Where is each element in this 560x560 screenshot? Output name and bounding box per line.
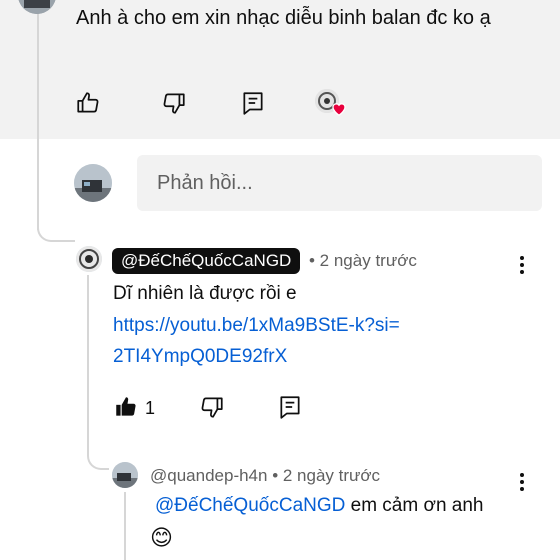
more-options-icon[interactable] <box>512 470 532 494</box>
creator-heart-icon <box>315 89 347 119</box>
thread-line <box>37 0 39 230</box>
like-count: 1 <box>145 398 156 418</box>
heart-icon <box>332 103 346 116</box>
creator-handle-badge[interactable]: @ĐếChếQuốcCaNGD <box>112 248 301 274</box>
current-user-avatar[interactable] <box>74 164 112 202</box>
nested-thread-line <box>124 492 126 560</box>
reply-thread-line <box>87 275 89 450</box>
reply-text-body: em cảm ơn anh <box>345 495 484 516</box>
reply-user-avatar[interactable] <box>112 462 138 488</box>
reply-input-placeholder: Phản hồi... <box>157 172 253 194</box>
reply-input[interactable]: Phản hồi... <box>137 155 542 211</box>
thumb-down-outline-icon[interactable] <box>161 90 187 116</box>
creator-avatar[interactable] <box>76 246 102 272</box>
smiling-emoji-icon: 😊 <box>150 525 173 550</box>
reply-text: @ĐếChếQuốcCaNGD em cảm ơn anh <box>155 490 484 521</box>
reply-link-line2[interactable]: 2TI4YmpQ0DE92frX <box>113 341 400 372</box>
thumb-down-outline-icon[interactable] <box>199 394 225 420</box>
reply-text: Dĩ nhiên là được rồi e <box>113 283 297 304</box>
reply-comment-icon[interactable] <box>277 394 303 420</box>
reply-timestamp: • 2 ngày trước <box>309 251 417 270</box>
reply-timestamp: • 2 ngày trước <box>272 466 381 485</box>
reply-handle[interactable]: @quandep-h4n • 2 ngày trước <box>150 466 380 486</box>
reply-thread-connector <box>87 440 109 470</box>
reply-handle-text[interactable]: @quandep-h4n <box>150 466 267 485</box>
mention-link[interactable]: @ĐếChếQuốcCaNGD <box>155 495 345 516</box>
reply-link[interactable]: https://youtu.be/1xMa9BStE-k?si= 2TI4Ymp… <box>113 310 400 372</box>
more-options-icon[interactable] <box>512 253 532 277</box>
parent-comment-text: Anh à cho em xin nhạc diễu binh balan đc… <box>76 7 491 29</box>
reply-comment-icon[interactable] <box>240 90 266 116</box>
thumb-up-outline-icon[interactable] <box>75 90 101 116</box>
thumb-up-filled-icon[interactable] <box>113 394 139 420</box>
thread-connector <box>37 210 75 242</box>
reply-link-line1[interactable]: https://youtu.be/1xMa9BStE-k?si= <box>113 310 400 341</box>
